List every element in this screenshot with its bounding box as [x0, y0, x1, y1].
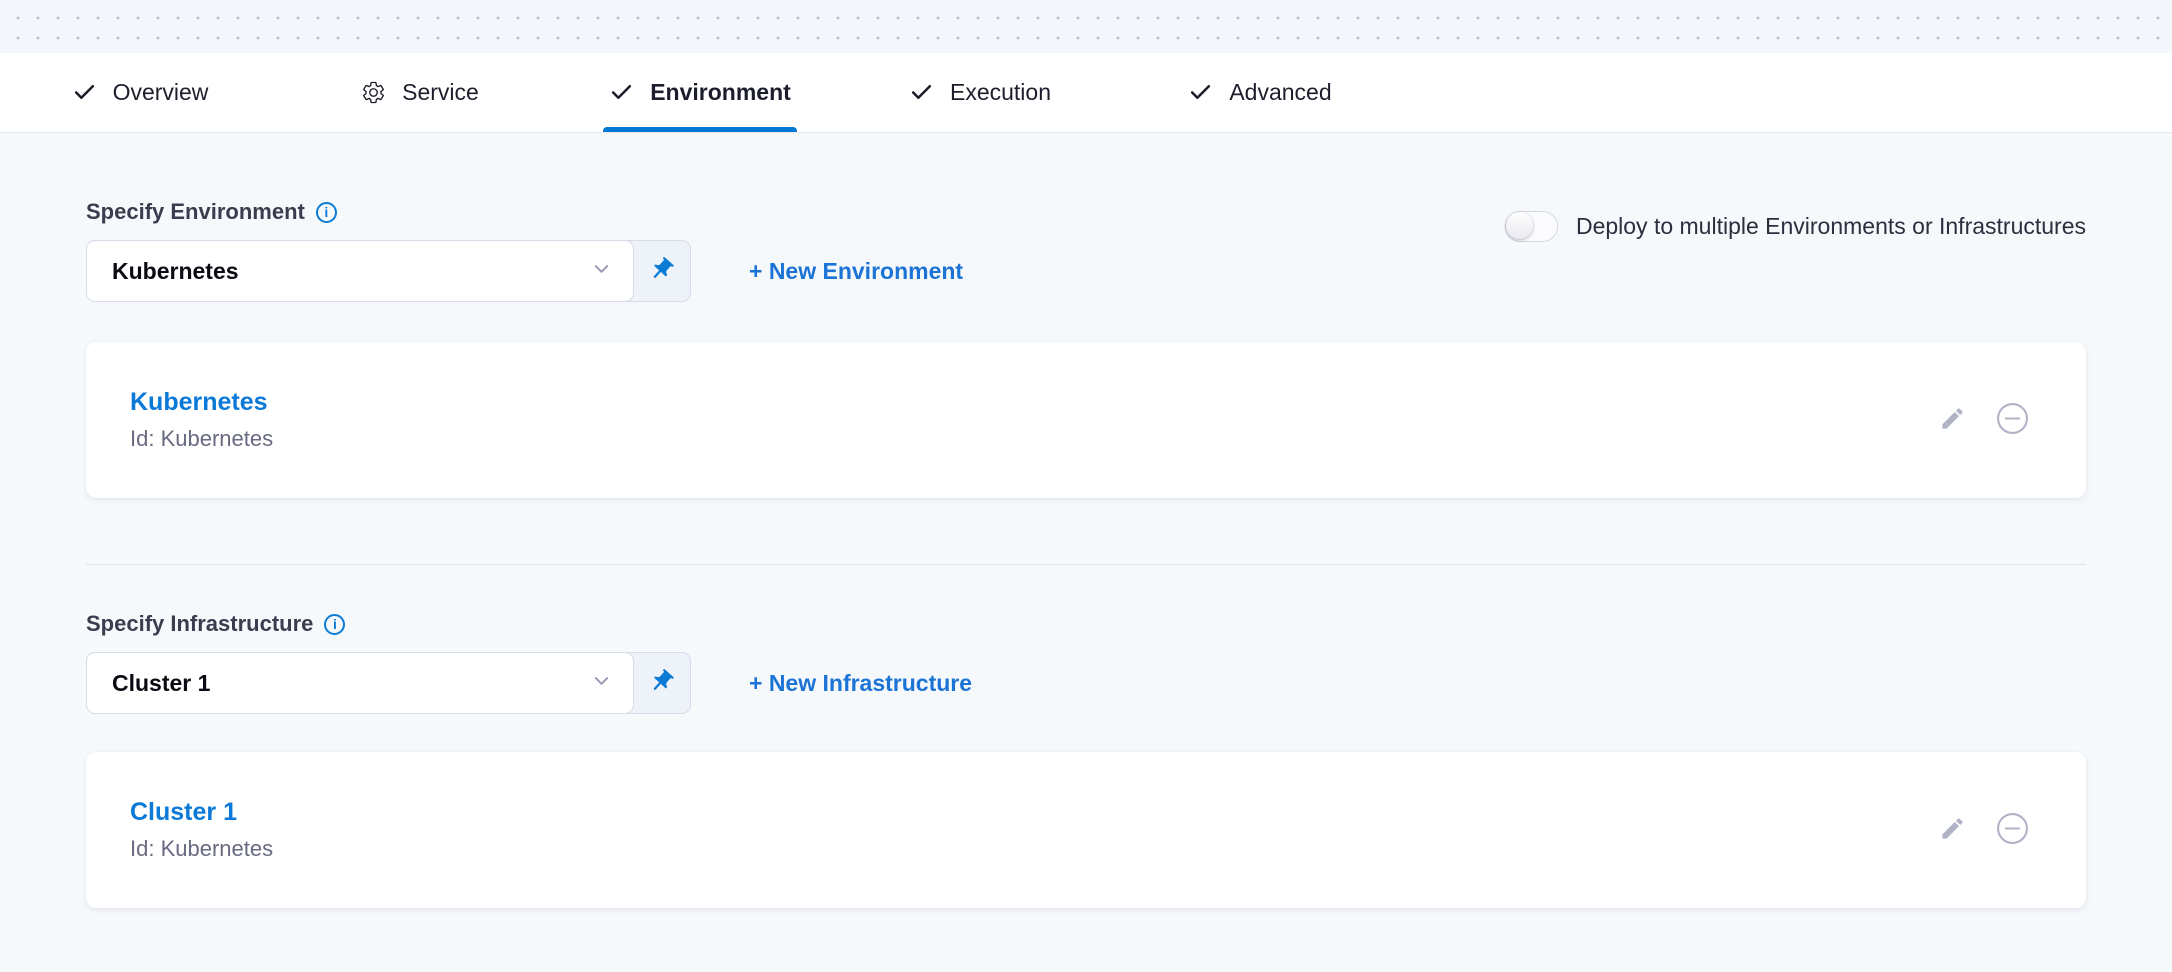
infrastructure-select-value: Cluster 1	[112, 670, 210, 697]
multi-environment-toggle-label: Deploy to multiple Environments or Infra…	[1576, 213, 2086, 240]
toggle-knob	[1506, 212, 1533, 239]
specify-infrastructure-label: Specify Infrastructure	[86, 611, 313, 637]
tab-slot: Advanced	[1120, 53, 1400, 132]
edit-environment-button[interactable]	[1939, 405, 1966, 435]
environment-card: Kubernetes Id: Kubernetes	[86, 342, 2086, 498]
tab-overview[interactable]: Overview	[72, 53, 209, 132]
chevron-down-icon	[590, 257, 613, 286]
environment-tab-content: Deploy to multiple Environments or Infra…	[0, 133, 2172, 972]
environment-select-group: Kubernetes	[86, 240, 691, 302]
environment-select-value: Kubernetes	[112, 258, 239, 285]
tab-slot: Execution	[840, 53, 1120, 132]
gear-icon	[361, 80, 386, 105]
tab-label: Execution	[950, 79, 1051, 106]
tab-service[interactable]: Service	[361, 53, 479, 132]
edit-pencil-icon	[1939, 815, 1966, 845]
infrastructure-card-text: Cluster 1 Id: Kubernetes	[130, 798, 273, 862]
infrastructure-card-id: Id: Kubernetes	[130, 836, 273, 862]
environment-card-title-link[interactable]: Kubernetes	[130, 388, 268, 417]
infrastructure-select[interactable]: Cluster 1	[86, 652, 634, 714]
specify-environment-label: Specify Environment	[86, 199, 305, 225]
multi-environment-toggle[interactable]	[1505, 211, 1558, 242]
new-infrastructure-button[interactable]: + New Infrastructure	[749, 670, 972, 697]
edit-infrastructure-button[interactable]	[1939, 815, 1966, 845]
infrastructure-select-group: Cluster 1	[86, 652, 691, 714]
check-icon	[909, 80, 934, 105]
environment-select[interactable]: Kubernetes	[86, 240, 634, 302]
environment-card-actions	[1939, 402, 2029, 438]
environment-select-row: Kubernetes + New Environment	[86, 240, 2086, 302]
remove-minus-icon	[1996, 812, 2029, 848]
pipeline-canvas-dotted-background	[0, 0, 2172, 53]
infrastructure-card-title-link[interactable]: Cluster 1	[130, 798, 237, 827]
new-environment-button[interactable]: + New Environment	[749, 258, 963, 285]
info-icon[interactable]: i	[316, 202, 337, 223]
infrastructure-card: Cluster 1 Id: Kubernetes	[86, 752, 2086, 908]
specify-infrastructure-label-row: Specify Infrastructure i	[86, 565, 2086, 637]
tab-slot: Service	[280, 53, 560, 132]
tab-label: Environment	[650, 79, 791, 106]
check-icon	[609, 80, 634, 105]
remove-infrastructure-button[interactable]	[1996, 812, 2029, 848]
check-icon	[72, 80, 97, 105]
remove-environment-button[interactable]	[1996, 402, 2029, 438]
tab-label: Service	[402, 79, 479, 106]
tab-environment[interactable]: Environment	[609, 53, 791, 132]
infrastructure-card-actions	[1939, 812, 2029, 848]
remove-minus-icon	[1996, 402, 2029, 438]
environment-stage-config-page: Overview Service Environment	[0, 0, 2172, 972]
environment-card-text: Kubernetes Id: Kubernetes	[130, 388, 273, 452]
edit-pencil-icon	[1939, 405, 1966, 435]
pushpin-icon	[648, 668, 675, 698]
info-icon[interactable]: i	[324, 614, 345, 635]
tab-slot: Overview	[0, 53, 280, 132]
stage-tabbar: Overview Service Environment	[0, 53, 2172, 133]
tab-label: Advanced	[1229, 79, 1331, 106]
tab-label: Overview	[113, 79, 209, 106]
pushpin-icon	[648, 256, 675, 286]
active-tab-underline	[603, 127, 797, 132]
chevron-down-icon	[590, 669, 613, 698]
multi-environment-toggle-row: Deploy to multiple Environments or Infra…	[1505, 211, 2086, 242]
infrastructure-select-row: Cluster 1 + New Infrastructure	[86, 652, 2086, 714]
check-icon	[1188, 80, 1213, 105]
tab-execution[interactable]: Execution	[909, 53, 1051, 132]
tab-slot: Environment	[560, 53, 840, 132]
tab-advanced[interactable]: Advanced	[1188, 53, 1331, 132]
environment-card-id: Id: Kubernetes	[130, 426, 273, 452]
